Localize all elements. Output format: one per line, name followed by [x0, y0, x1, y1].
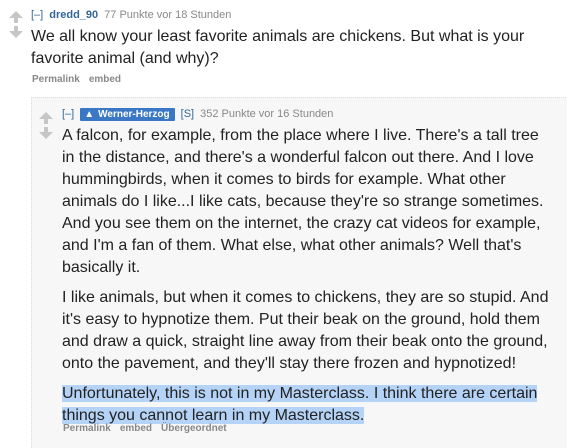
- upvote-arrow-stem: [44, 119, 48, 124]
- upvote-arrow-icon[interactable]: [39, 112, 53, 119]
- parent-comment-body: We all know your least favorite animals …: [31, 26, 551, 70]
- embed-button[interactable]: embed: [120, 423, 152, 434]
- masterclass-logo-icon: ▲: [84, 109, 95, 120]
- parent-button[interactable]: Übergeordnet: [161, 423, 227, 434]
- comment-paragraph: I like animals, but when it comes to chi…: [62, 289, 549, 372]
- collapse-toggle[interactable]: [–]: [62, 108, 74, 120]
- downvote-arrow-icon[interactable]: [9, 31, 23, 38]
- comment-paragraph: A falcon, for example, from the place wh…: [62, 127, 544, 276]
- highlighted-text: Unfortunately, this is not in my Masterc…: [62, 385, 538, 424]
- score-time: 352 Punkte vor 16 Stunden: [200, 108, 334, 120]
- permalink-button[interactable]: Permalink: [32, 74, 80, 85]
- reply-tagline: [–] ▲ Werner-Herzog [S] 352 Punkte vor 16 St…: [62, 108, 333, 121]
- parent-vote-arrows: [9, 11, 25, 38]
- embed-button[interactable]: embed: [89, 74, 121, 85]
- comment-text: We all know your least favorite animals …: [31, 28, 525, 67]
- author-name: Werner-Herzog: [98, 109, 170, 120]
- reply-vote-arrows: [39, 112, 55, 139]
- reply-buttons: Permalink embed Übergeordnet: [63, 423, 236, 434]
- verified-author-badge[interactable]: ▲ Werner-Herzog: [80, 108, 175, 121]
- permalink-button[interactable]: Permalink: [63, 423, 111, 434]
- comment-paragraph-highlighted: Unfortunately, this is not in my Masterc…: [62, 383, 552, 427]
- reply-comment-body: A falcon, for example, from the place wh…: [62, 125, 552, 427]
- score-time: 77 Punkte vor 18 Stunden: [104, 9, 232, 21]
- downvote-arrow-icon[interactable]: [39, 132, 53, 139]
- parent-tagline: [–] dredd_90 77 Punkte vor 18 Stunden: [31, 9, 231, 21]
- collapse-toggle[interactable]: [–]: [31, 9, 43, 21]
- author-link[interactable]: dredd_90: [49, 9, 98, 21]
- upvote-arrow-icon[interactable]: [9, 11, 23, 18]
- upvote-arrow-stem: [14, 18, 18, 23]
- parent-buttons: Permalink embed: [32, 74, 130, 85]
- submitter-flair: [S]: [180, 108, 195, 120]
